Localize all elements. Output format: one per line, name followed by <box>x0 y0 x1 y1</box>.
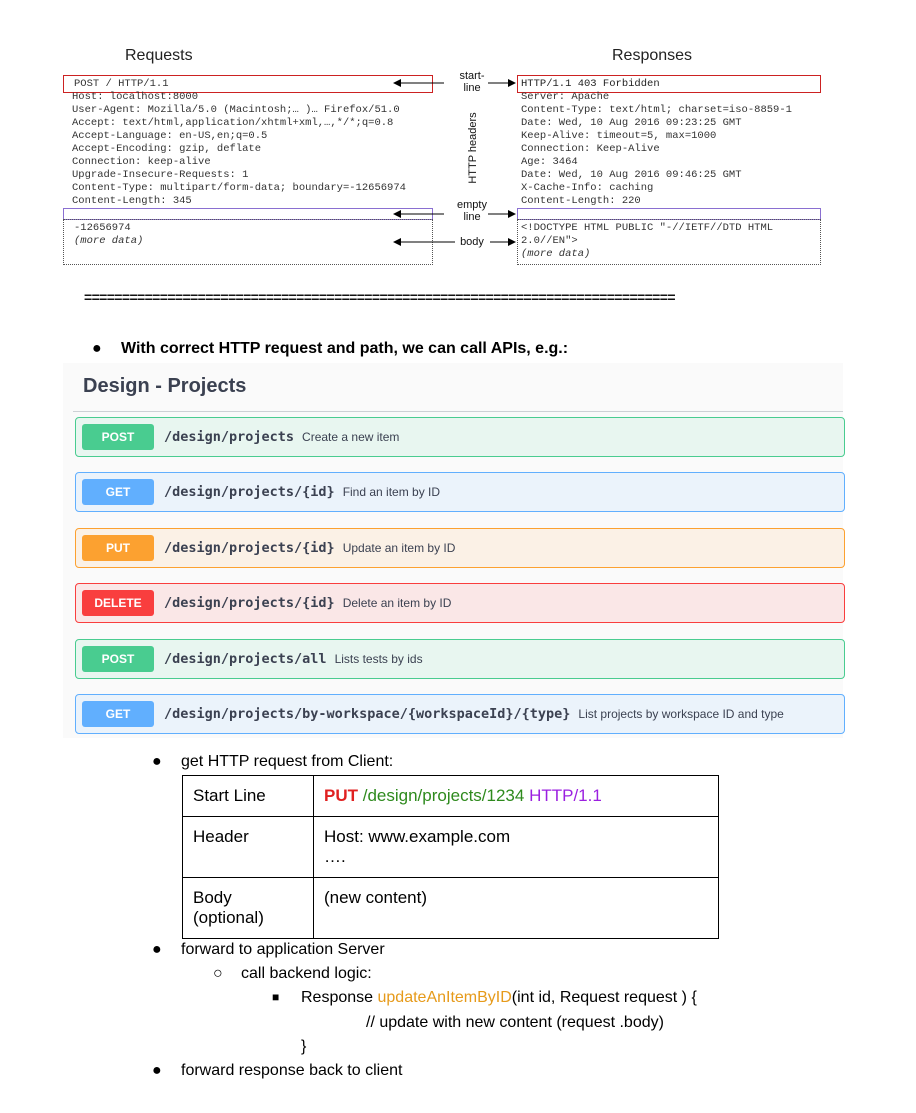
operation-summary: Lists tests by ids <box>334 652 423 666</box>
table-row: Start Line PUT /design/projects/1234 HTT… <box>182 775 719 817</box>
body-label-cell: Body (optional) <box>182 877 314 939</box>
start-method: PUT <box>324 786 358 805</box>
bullet-dot: ● <box>152 753 162 770</box>
request-header-line: Accept-Encoding: gzip, deflate <box>72 143 262 155</box>
requests-title: Requests <box>125 47 193 64</box>
response-body-line: <!DOCTYPE HTML PUBLIC "-//IETF//DTD HTML <box>521 222 774 234</box>
sub-backend-text: call backend logic: <box>241 965 372 982</box>
start-version: HTTP/1.1 <box>529 786 602 805</box>
request-header-line: Content-Length: 345 <box>72 195 192 207</box>
bullet-dot: ● <box>92 340 102 357</box>
operation-path: /design/projects/{id} <box>164 540 335 556</box>
operation-path: /design/projects/by-workspace/{workspace… <box>164 706 571 722</box>
response-header-line: X-Cache-Info: caching <box>521 182 654 194</box>
body-label-text: (optional) <box>193 908 264 927</box>
separator-line: ========================================… <box>84 289 676 305</box>
operation-summary: Create a new item <box>302 430 400 444</box>
start-line-value-cell: PUT /design/projects/1234 HTTP/1.1 <box>313 775 719 817</box>
sub-bullet-circle: ○ <box>213 965 223 982</box>
operation-path-line: /design/projects Create a new item <box>164 418 399 456</box>
code-function-name: updateAnItemByID <box>377 989 512 1006</box>
response-body-line: 2.0//EN"> <box>521 235 578 247</box>
method-badge: GET <box>82 479 154 505</box>
header-value: Host: www.example.com <box>324 827 511 846</box>
bullet-api-text: With correct HTTP request and path, we c… <box>121 340 569 357</box>
response-body: <!DOCTYPE HTML PUBLIC "-//IETF//DTD HTML… <box>521 222 773 261</box>
response-header-line: Age: 3464 <box>521 156 578 168</box>
swagger-panel: Design - Projects POST/design/projects Cr… <box>63 363 845 738</box>
response-header-line: Server: Apache <box>521 91 610 103</box>
response-body-line: (more data) <box>521 248 591 260</box>
request-table: Start Line PUT /design/projects/1234 HTT… <box>182 775 719 939</box>
header-value-cell: Host: www.example.com …. <box>313 816 719 878</box>
response-header-line: Keep-Alive: timeout=5, max=1000 <box>521 130 717 142</box>
operation-path: /design/projects/{id} <box>164 595 335 611</box>
table-row: Body (optional) (new content) <box>182 877 719 939</box>
response-headers: Server: Apache Content-Type: text/html; … <box>521 91 819 208</box>
start-line-label-cell: Start Line <box>182 775 314 817</box>
response-header-line: Connection: Keep-Alive <box>521 143 660 155</box>
start-path: /design/projects/1234 <box>358 786 530 805</box>
header-more: …. <box>324 847 346 866</box>
response-header-line: Content-Length: 220 <box>521 195 641 207</box>
operation-path-line: /design/projects/{id} Update an item by I… <box>164 529 455 567</box>
table-row: Header Host: www.example.com …. <box>182 816 719 878</box>
code-comment: // update with new content (request .bod… <box>366 1014 664 1031</box>
request-body: -12656974 (more data) <box>74 222 143 248</box>
operation-path-line: /design/projects/{id} Delete an item by I… <box>164 584 451 622</box>
operation-get[interactable]: GET/design/projects/{id} Find an item by … <box>75 472 845 512</box>
operation-delete[interactable]: DELETE/design/projects/{id} Delete an ite… <box>75 583 845 623</box>
operation-get[interactable]: GET/design/projects/by-workspace/{worksp… <box>75 694 845 734</box>
code-line: Response updateAnItemByID(int id, Reques… <box>301 989 697 1007</box>
code-prefix: Response <box>301 989 378 1006</box>
operation-path-line: /design/projects/by-workspace/{workspace… <box>164 695 784 733</box>
method-badge: POST <box>82 424 154 450</box>
operation-path-line: /design/projects/all Lists tests by ids <box>164 640 423 678</box>
code-suffix: (int id, Request request ) { <box>511 989 697 1006</box>
sub-bullet-square: ■ <box>272 990 280 1004</box>
operation-post[interactable]: POST/design/projects/all Lists tests by i… <box>75 639 845 679</box>
annotation-arrows <box>393 79 516 246</box>
operation-path: /design/projects <box>164 429 295 445</box>
request-header-line: Content-Type: multipart/form-data; bound… <box>72 182 406 194</box>
request-headers: Host: localhost:8000 User-Agent: Mozilla… <box>72 91 406 208</box>
bullet-get-request-text: get HTTP request from Client: <box>181 753 394 770</box>
request-start-line: POST / HTTP/1.1 <box>74 78 169 90</box>
header-label-cell: Header <box>182 816 314 878</box>
response-header-line: Date: Wed, 10 Aug 2016 09:46:25 GMT <box>521 169 742 181</box>
request-header-line: Accept: text/html,application/xhtml+xml,… <box>72 117 394 129</box>
request-header-line: User-Agent: Mozilla/5.0 (Macintosh;… )… … <box>72 104 400 116</box>
method-badge: POST <box>82 646 154 672</box>
code-close: } <box>301 1038 307 1055</box>
request-header-line: Accept-Language: en-US,en;q=0.5 <box>72 130 268 142</box>
operation-summary: Update an item by ID <box>342 541 456 555</box>
request-header-line: Connection: keep-alive <box>72 156 211 168</box>
swagger-section-title[interactable]: Design - Projects <box>83 375 246 398</box>
method-badge: DELETE <box>82 590 154 616</box>
request-body-line: (more data) <box>74 235 144 247</box>
request-body-line: -12656974 <box>74 222 131 234</box>
bullet-forward-back-text: forward response back to client <box>181 1062 403 1079</box>
operation-path: /design/projects/all <box>164 651 327 667</box>
operation-summary: Find an item by ID <box>342 485 441 499</box>
operation-path: /design/projects/{id} <box>164 484 335 500</box>
bullet-dot: ● <box>152 1062 162 1079</box>
response-header-line: Content-Type: text/html; charset=iso-885… <box>521 104 792 116</box>
response-header-line: Date: Wed, 10 Aug 2016 09:23:25 GMT <box>521 117 742 129</box>
operation-put[interactable]: PUT/design/projects/{id} Update an item b… <box>75 528 845 568</box>
method-badge: GET <box>82 701 154 727</box>
operation-summary: Delete an item by ID <box>342 596 452 610</box>
operation-path-line: /design/projects/{id} Find an item by ID <box>164 473 440 511</box>
body-value-cell: (new content) <box>313 877 719 939</box>
body-label-text: Body <box>193 888 232 907</box>
operation-summary: List projects by workspace ID and type <box>578 707 784 721</box>
method-badge: PUT <box>82 535 154 561</box>
operation-post[interactable]: POST/design/projects Create a new item <box>75 417 845 457</box>
request-header-line: Host: localhost:8000 <box>72 91 199 103</box>
request-header-line: Upgrade-Insecure-Requests: 1 <box>72 169 249 181</box>
responses-title: Responses <box>612 47 693 64</box>
bullet-forward-app-text: forward to application Server <box>181 941 385 958</box>
bullet-dot: ● <box>152 941 162 958</box>
swagger-divider <box>73 411 843 412</box>
